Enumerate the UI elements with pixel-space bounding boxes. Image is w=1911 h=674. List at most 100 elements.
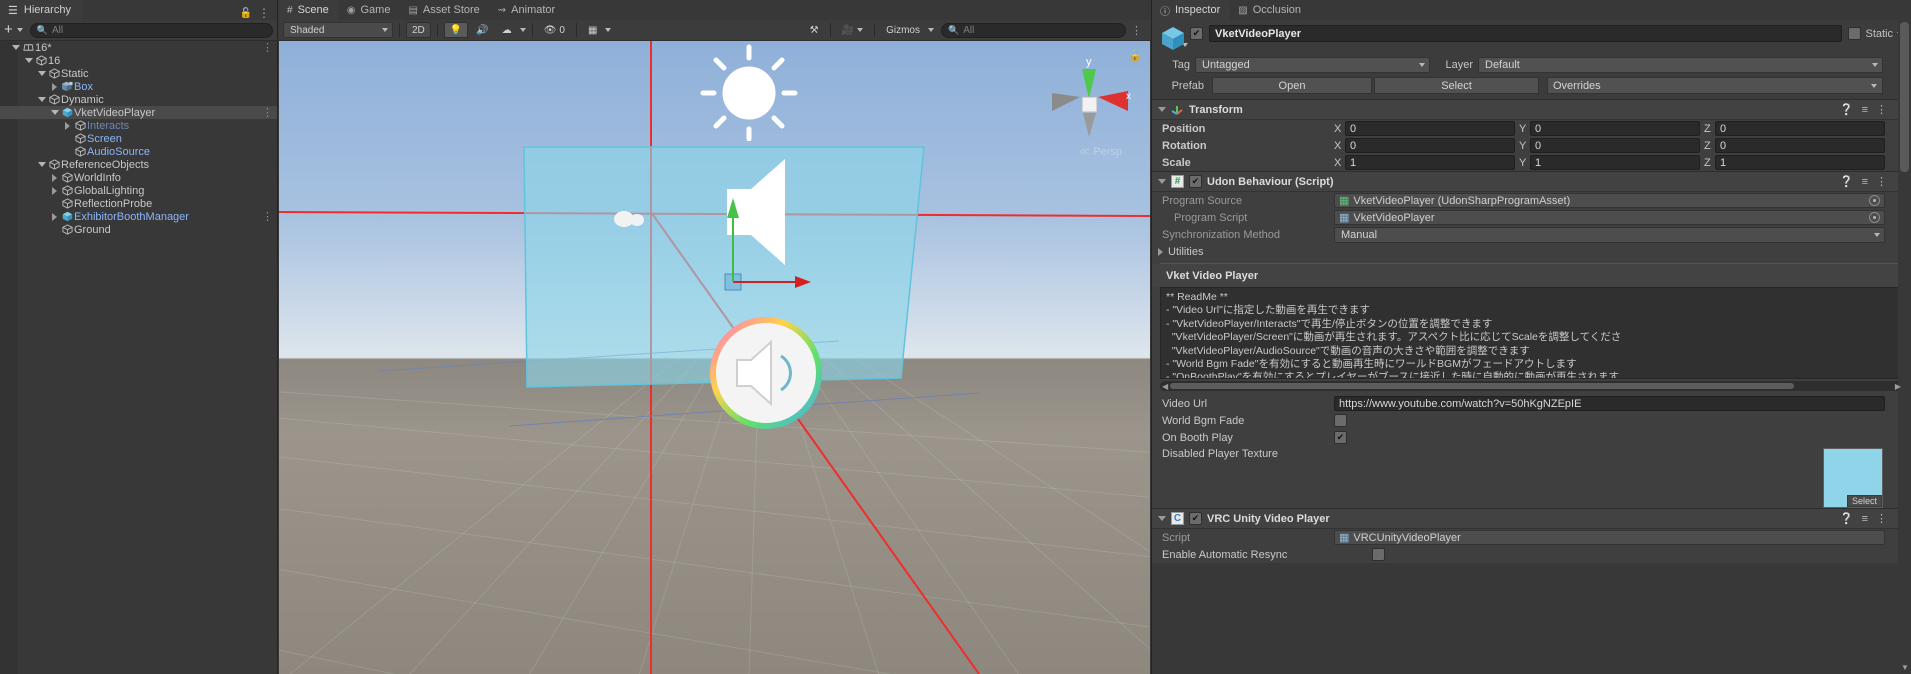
transform-position-y-input[interactable]: 0 [1530, 121, 1700, 136]
layer-dropdown[interactable]: Default [1478, 57, 1883, 73]
scrollbar-thumb[interactable] [1170, 383, 1795, 389]
foldout-icon[interactable] [1158, 179, 1166, 184]
tab-hierarchy[interactable]: ☰ Hierarchy [0, 0, 83, 20]
transform-position-z-input[interactable]: 0 [1715, 121, 1885, 136]
camera-gizmo[interactable] [612, 208, 646, 230]
shading-mode-dropdown[interactable]: Shaded [283, 22, 393, 38]
program-script-field[interactable]: ▦ VketVideoPlayer [1334, 210, 1885, 225]
disclosure-expanded-icon[interactable] [49, 110, 60, 115]
gizmos-chevron-down-icon[interactable] [928, 28, 934, 32]
video-url-input[interactable]: https://www.youtube.com/watch?v=50hKgNZE… [1334, 396, 1885, 411]
gizmos-dropdown[interactable]: Gizmos [881, 22, 925, 38]
object-picker-icon[interactable] [1869, 212, 1880, 223]
audiosource-icon-gizmo[interactable] [705, 312, 827, 434]
scene-viewport[interactable]: y x ≪ Persp 🔒 [279, 41, 1150, 674]
tab-occlusion[interactable]: ▨ Occlusion [1230, 0, 1311, 20]
tab-inspector[interactable]: ⓘ Inspector [1152, 0, 1231, 20]
auto-resync-checkbox[interactable] [1372, 548, 1385, 561]
preset-icon[interactable]: ≡ [1862, 513, 1868, 525]
on-booth-play-checkbox[interactable] [1334, 431, 1347, 444]
scroll-right-arrow-icon[interactable]: ▶ [1895, 382, 1901, 391]
hierarchy-item-vketvideoplayer[interactable]: VketVideoPlayer ⋮ [0, 106, 277, 119]
disclosure-expanded-icon[interactable] [36, 71, 47, 76]
scene-visibility-toggle[interactable]: 👁 0 [539, 22, 570, 38]
vrc-enabled-checkbox[interactable] [1189, 512, 1202, 525]
transform-scale-z-input[interactable]: 1 [1715, 155, 1885, 170]
texture-select-button[interactable]: Select [1846, 495, 1882, 507]
hierarchy-item-reflectionprobe[interactable]: ReflectionProbe [0, 197, 277, 210]
transform-position-x-input[interactable]: 0 [1345, 121, 1515, 136]
udon-header[interactable]: # Udon Behaviour (Script) ❔ ≡ ⋮ [1152, 172, 1911, 192]
scene-camera-button[interactable]: 🎥 [837, 22, 868, 38]
transform-move-gizmo[interactable] [699, 176, 819, 301]
hierarchy-item-ground[interactable]: Ground [0, 223, 277, 236]
hierarchy-item-referenceobjects[interactable]: ReferenceObjects [0, 158, 277, 171]
scroll-left-arrow-icon[interactable]: ◀ [1162, 382, 1168, 391]
help-icon[interactable]: ❔ [1840, 103, 1854, 116]
help-icon[interactable]: ❔ [1840, 175, 1854, 188]
disclosure-expanded-icon[interactable] [10, 45, 21, 50]
foldout-icon[interactable] [1158, 247, 1163, 256]
hierarchy-item-exhibitorboothmanager[interactable]: ExhibitorBoothManager ⋮ [0, 210, 277, 223]
vrc-header[interactable]: C VRC Unity Video Player ❔ ≡ ⋮ [1152, 509, 1911, 529]
transform-rotation-z-input[interactable]: 0 [1715, 138, 1885, 153]
disclosure-expanded-icon[interactable] [36, 162, 47, 167]
hierarchy-item-screen[interactable]: Screen [0, 132, 277, 145]
hierarchy-item-16[interactable]: 16 [0, 54, 277, 67]
udon-enabled-checkbox[interactable] [1189, 175, 1202, 188]
inspector-vertical-scrollbar[interactable]: ▼ [1898, 20, 1911, 674]
grid-snap-button[interactable]: ▦ [583, 22, 602, 38]
perspective-label[interactable]: ≪ Persp [1079, 145, 1122, 158]
tab-asset-store[interactable]: ▤ Asset Store [400, 0, 490, 20]
disclosure-expanded-icon[interactable] [36, 97, 47, 102]
scene-search-input[interactable]: 🔍 All [941, 22, 1126, 38]
prefab-open-button[interactable]: Open [1212, 77, 1372, 94]
fx-chevron-down-icon[interactable] [519, 28, 526, 32]
transform-scale-y-input[interactable]: 1 [1530, 155, 1700, 170]
gameobject-active-checkbox[interactable] [1190, 27, 1203, 40]
program-source-field[interactable]: ▦ VketVideoPlayer (UdonSharpProgramAsset… [1334, 193, 1885, 208]
scroll-down-arrow-icon[interactable]: ▼ [1901, 663, 1909, 672]
scene-tools-button[interactable]: ⚒ [805, 22, 824, 38]
scene-orientation-gizmo[interactable]: y x [1046, 53, 1132, 139]
transform-rotation-x-input[interactable]: 0 [1345, 138, 1515, 153]
tab-scene[interactable]: # Scene [279, 0, 339, 20]
directional-light-gizmo[interactable] [684, 41, 814, 141]
prefab-select-button[interactable]: Select [1374, 77, 1539, 94]
hierarchy-item-box[interactable]: Box [0, 80, 277, 93]
menu-icon[interactable]: ⋮ [258, 6, 270, 20]
scene-fx-dropdown[interactable]: ☁ [497, 22, 517, 38]
transform-scale-x-input[interactable]: 1 [1345, 155, 1515, 170]
vrc-script-field[interactable]: ▦ VRCUnityVideoPlayer [1334, 530, 1885, 545]
utilities-foldout[interactable]: Utilities [1152, 243, 1911, 260]
hierarchy-item-worldinfo[interactable]: WorldInfo [0, 171, 277, 184]
gameobject-name-field[interactable]: VketVideoPlayer [1209, 25, 1843, 42]
object-picker-icon[interactable] [1869, 195, 1880, 206]
preset-icon[interactable]: ≡ [1862, 176, 1868, 188]
tab-animator[interactable]: ⇝ Animator [489, 0, 566, 20]
hierarchy-item-menu-icon[interactable]: ⋮ [262, 106, 273, 119]
lock-icon[interactable]: 🔒 [1128, 49, 1142, 62]
hierarchy-item-menu-icon[interactable]: ⋮ [262, 210, 273, 223]
hierarchy-item-globallighting[interactable]: GlobalLighting [0, 184, 277, 197]
scene-audio-toggle[interactable]: 🔊 [471, 22, 493, 38]
hierarchy-item-menu-icon[interactable]: ⋮ [262, 41, 273, 54]
static-toggle[interactable]: Static [1848, 27, 1903, 40]
foldout-icon[interactable] [1158, 516, 1166, 521]
tab-game[interactable]: ◉ Game [338, 0, 401, 20]
static-checkbox[interactable] [1848, 27, 1862, 40]
grid-chevron-down-icon[interactable] [605, 28, 612, 32]
help-icon[interactable]: ❔ [1840, 512, 1854, 525]
toggle-2d-button[interactable]: 2D [406, 22, 431, 38]
foldout-icon[interactable] [1158, 107, 1166, 112]
sync-method-dropdown[interactable]: Manual [1334, 226, 1885, 243]
disclosure-collapsed-icon[interactable] [49, 212, 60, 221]
hierarchy-item-dynamic[interactable]: Dynamic [0, 93, 277, 106]
disclosure-collapsed-icon[interactable] [49, 173, 60, 182]
disclosure-collapsed-icon[interactable] [49, 186, 60, 195]
hierarchy-item-audiosource[interactable]: AudioSource [0, 145, 277, 158]
disabled-player-texture-slot[interactable]: Select [1823, 448, 1883, 508]
scene-lighting-toggle[interactable]: 💡 [443, 22, 469, 38]
hierarchy-search-input[interactable]: 🔍 All [29, 22, 273, 38]
world-bgm-fade-checkbox[interactable] [1334, 414, 1347, 427]
